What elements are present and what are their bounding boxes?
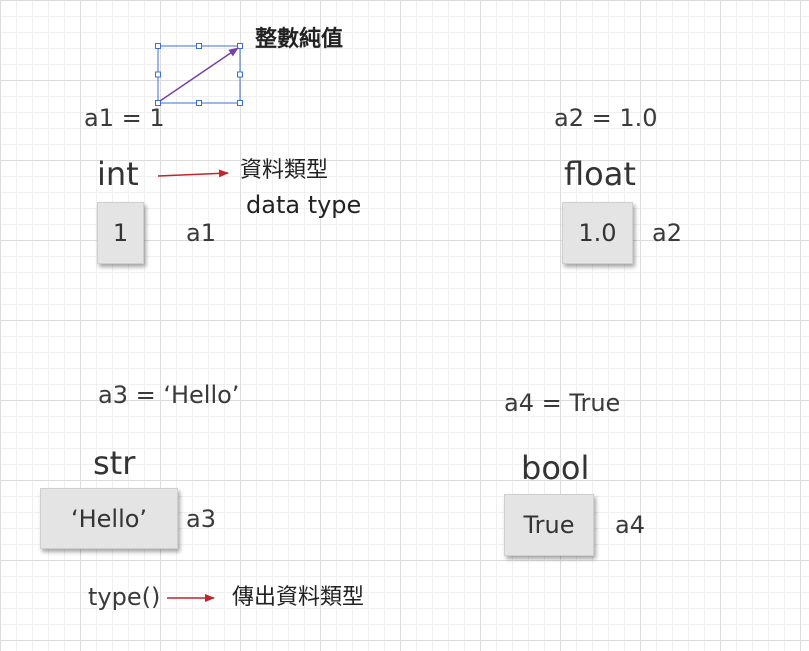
float-value-box[interactable]: 1.0 bbox=[562, 202, 633, 264]
float-assignment: a2 = 1.0 bbox=[554, 104, 658, 132]
float-var-label: a2 bbox=[652, 219, 682, 247]
int-type-name: int bbox=[97, 155, 139, 193]
str-var-label: a3 bbox=[186, 505, 216, 533]
handle-tl[interactable] bbox=[155, 43, 161, 49]
handle-ml[interactable] bbox=[155, 71, 161, 78]
diagonal-arrow[interactable] bbox=[159, 47, 239, 102]
str-type-name: str bbox=[93, 444, 136, 482]
int-assignment: a1 = 1 bbox=[84, 104, 165, 132]
type-func-description: 傳出資料類型 bbox=[232, 585, 365, 610]
top-note: 整數純值 bbox=[255, 27, 344, 52]
type-annotation-arrow[interactable] bbox=[157, 169, 229, 178]
handle-br[interactable] bbox=[237, 100, 243, 106]
handle-bm[interactable] bbox=[196, 100, 202, 106]
handle-tr[interactable] bbox=[237, 43, 243, 49]
bool-assignment: a4 = True bbox=[504, 389, 621, 417]
int-value-box[interactable]: 1 bbox=[97, 202, 144, 264]
bool-var-label: a4 bbox=[615, 511, 645, 539]
float-type-name: float bbox=[564, 155, 636, 193]
int-var-label: a1 bbox=[186, 219, 216, 247]
diagram-overlay bbox=[155, 43, 243, 602]
str-assignment: a3 = ‘Hello’ bbox=[98, 381, 240, 409]
type-annotation-zh: 資料類型 bbox=[240, 158, 329, 183]
type-annotation-en: data type bbox=[246, 191, 362, 219]
bool-value-box[interactable]: True bbox=[504, 494, 594, 556]
handle-mr[interactable] bbox=[237, 71, 243, 78]
bool-type-name: bool bbox=[521, 449, 590, 487]
handle-tm[interactable] bbox=[196, 43, 202, 49]
type-func-label: type() bbox=[88, 583, 161, 611]
str-value-box[interactable]: ‘Hello’ bbox=[40, 488, 178, 549]
